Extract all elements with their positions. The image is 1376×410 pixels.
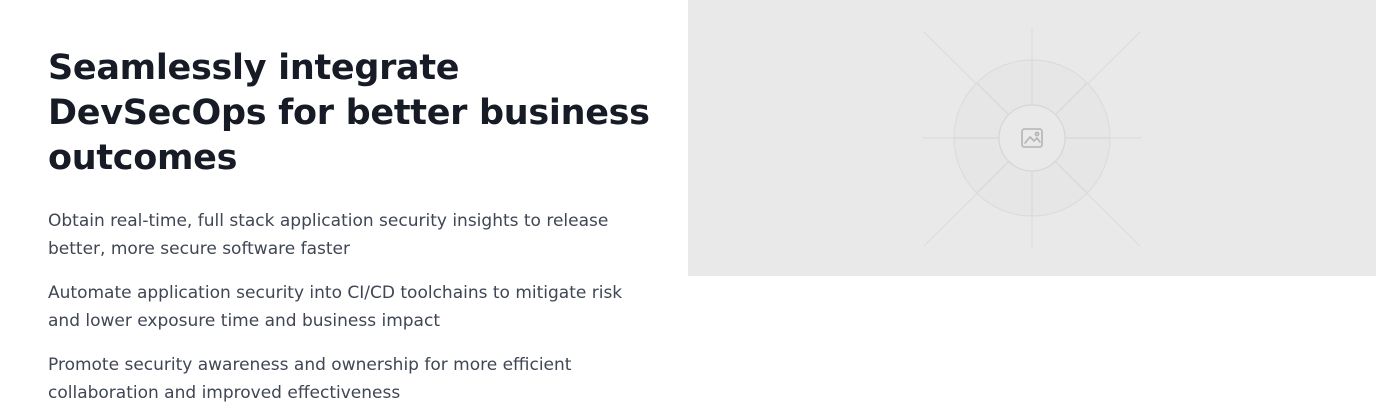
section-headline: Seamlessly integrate DevSecOps for bette… — [48, 48, 650, 178]
benefit-list: Obtain real-time, full stack application… — [48, 207, 658, 407]
feature-section: Seamlessly integrate DevSecOps for bette… — [0, 0, 1376, 410]
benefit-item: Promote security awareness and ownership… — [48, 355, 572, 403]
image-placeholder — [688, 0, 1376, 276]
benefit-item: Obtain real-time, full stack application… — [48, 211, 609, 259]
benefit-item: Automate application security into CI/CD… — [48, 283, 623, 331]
feature-text-column: Seamlessly integrate DevSecOps for bette… — [48, 46, 658, 410]
placeholder-graphic — [922, 28, 1142, 248]
